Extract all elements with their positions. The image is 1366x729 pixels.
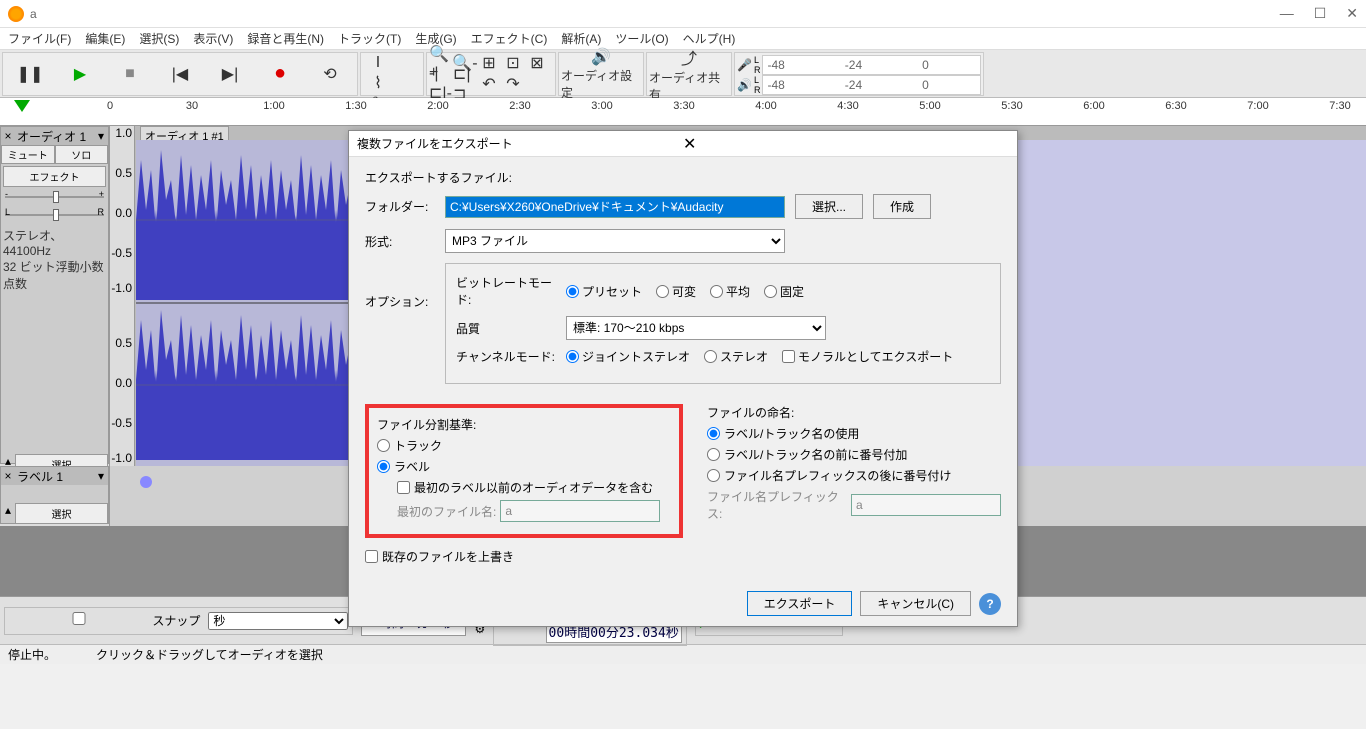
folder-input[interactable] <box>445 196 785 218</box>
status-text: 停止中。 <box>8 646 56 663</box>
toolbar: ❚❚ ▶ ■ |◀ ▶| ● ⟲ I ⌇ ✎ ✻ 🔍+ 🔍- ⊞ ⊡ ⊠ -|⊏… <box>0 50 1366 98</box>
export-files-label: エクスポートするファイル: <box>365 169 1001 186</box>
dialog-close-button[interactable]: ✕ <box>683 134 1009 154</box>
play-meter[interactable]: -48 -24 0 <box>762 75 981 95</box>
prefix-label: ファイル名プレフィックス: <box>707 488 847 522</box>
selection-tool-icon[interactable]: I <box>363 53 393 73</box>
export-dialog: 複数ファイルをエクスポート ✕ エクスポートするファイル: フォルダー: 選択.… <box>348 130 1018 627</box>
amplitude-scale: 1.0 0.5 0.0 -0.5 -1.0 0.5 0.0 -0.5 -1.0 <box>110 126 135 466</box>
naming-number-before-radio[interactable]: ラベル/トラック名の前に番号付加 <box>707 446 1001 463</box>
record-meter[interactable]: -48 -24 0 <box>762 55 981 75</box>
create-folder-button[interactable]: 作成 <box>873 194 931 219</box>
undo-icon[interactable]: ↶ <box>477 74 501 94</box>
window-title: a <box>30 7 1280 21</box>
label-track-menu-button[interactable]: ▾ <box>94 469 108 483</box>
mic-icon[interactable]: 🎤 <box>737 58 752 72</box>
stop-button[interactable]: ■ <box>105 56 155 92</box>
folder-label: フォルダー: <box>365 198 435 215</box>
maximize-button[interactable]: ☐ <box>1314 5 1327 22</box>
label-track-close-button[interactable]: × <box>1 469 15 483</box>
track-menu-button[interactable]: ▾ <box>94 129 108 143</box>
format-select[interactable]: MP3 ファイル <box>445 229 785 253</box>
pause-button[interactable]: ❚❚ <box>5 56 55 92</box>
overwrite-checkbox[interactable]: 既存のファイルを上書き <box>365 548 1001 565</box>
first-file-input[interactable] <box>500 500 660 522</box>
record-button[interactable]: ● <box>255 56 305 92</box>
channel-stereo-radio[interactable]: ステレオ <box>704 348 768 365</box>
dialog-title: 複数ファイルをエクスポート <box>357 135 683 152</box>
audio-settings-button[interactable]: 🔊 オーディオ設定 <box>561 56 641 92</box>
mute-button[interactable]: ミュート <box>1 145 55 164</box>
format-label: 形式: <box>365 233 435 250</box>
label-track-name[interactable]: ラベル 1 <box>15 468 94 485</box>
help-button[interactable]: ? <box>979 593 1001 615</box>
pan-slider[interactable]: LR <box>5 207 104 223</box>
channel-label: チャンネルモード: <box>456 348 556 365</box>
effects-button[interactable]: エフェクト <box>3 166 106 187</box>
menu-tracks[interactable]: トラック(T) <box>334 28 405 49</box>
fit-selection-icon[interactable]: ⊞ <box>477 53 501 73</box>
split-labels-radio[interactable]: ラベル <box>377 458 671 475</box>
channel-joint-radio[interactable]: ジョイントステレオ <box>566 348 690 365</box>
audio-share-button[interactable]: ⤴ オーディオ共有 <box>649 56 729 92</box>
options-label: オプション: <box>365 263 435 310</box>
gain-slider[interactable]: -+ <box>5 189 104 205</box>
snap-unit-select[interactable]: 秒 <box>208 612 348 630</box>
solo-button[interactable]: ソロ <box>55 145 109 164</box>
bitrate-label: ビットレートモード: <box>456 274 556 308</box>
trim-icon[interactable]: -|⊏|- <box>429 74 453 94</box>
label-track-collapse-button[interactable]: ▴ <box>1 503 15 524</box>
status-hint: クリック＆ドラッグしてオーディオを選択 <box>96 646 323 663</box>
bitrate-constant-radio[interactable]: 固定 <box>764 283 804 300</box>
loop-button[interactable]: ⟲ <box>305 56 355 92</box>
track-name[interactable]: オーディオ 1 <box>15 128 94 145</box>
track-close-button[interactable]: × <box>1 129 15 143</box>
skip-end-button[interactable]: ▶| <box>205 56 255 92</box>
speaker-icon[interactable]: 🔊 <box>737 78 752 92</box>
menu-effect[interactable]: エフェクト(C) <box>467 28 552 49</box>
export-button[interactable]: エクスポート <box>747 591 853 616</box>
track-info: ステレオ、44100Hz32 ビット浮動小数点数 <box>1 225 108 294</box>
bitrate-preset-radio[interactable]: プリセット <box>566 283 642 300</box>
naming-use-radio[interactable]: ラベル/トラック名の使用 <box>707 425 1001 442</box>
close-button[interactable]: ✕ <box>1346 5 1358 22</box>
redo-icon[interactable]: ↷ <box>501 74 525 94</box>
envelope-tool-icon[interactable]: ⌇ <box>363 73 393 93</box>
naming-title: ファイルの命名: <box>707 404 1001 421</box>
app-icon <box>8 6 24 22</box>
bitrate-variable-radio[interactable]: 可変 <box>656 283 696 300</box>
minimize-button[interactable]: — <box>1280 5 1294 22</box>
label-marker[interactable] <box>140 476 152 488</box>
first-file-label: 最初のファイル名: <box>397 503 496 520</box>
browse-button[interactable]: 選択... <box>795 194 863 219</box>
play-button[interactable]: ▶ <box>55 56 105 92</box>
window-titlebar: a — ☐ ✕ <box>0 0 1366 28</box>
menu-transport[interactable]: 録音と再生(N) <box>243 28 328 49</box>
statusbar: 停止中。 クリック＆ドラッグしてオーディオを選択 <box>0 644 1366 664</box>
menu-select[interactable]: 選択(S) <box>135 28 183 49</box>
split-title: ファイル分割基準: <box>377 416 671 433</box>
cancel-button[interactable]: キャンセル(C) <box>860 591 971 616</box>
quality-label: 品質 <box>456 320 556 337</box>
include-before-checkbox[interactable]: 最初のラベル以前のオーディオデータを含む <box>397 479 671 496</box>
quality-select[interactable]: 標準: 170～210 kbps <box>566 316 826 340</box>
menu-edit[interactable]: 編集(E) <box>81 28 129 49</box>
silence-icon[interactable]: ⊏|⊐ <box>453 74 477 94</box>
naming-prefix-radio[interactable]: ファイル名プレフィックスの後に番号付け <box>707 467 1001 484</box>
prefix-input[interactable] <box>851 494 1001 516</box>
fit-project-icon[interactable]: ⊡ <box>501 53 525 73</box>
menu-file[interactable]: ファイル(F) <box>4 28 75 49</box>
label-track-select-button[interactable]: 選択 <box>15 503 108 524</box>
playhead-icon[interactable] <box>14 100 30 112</box>
menu-view[interactable]: 表示(V) <box>189 28 237 49</box>
snap-checkbox[interactable]: スナップ <box>9 612 200 629</box>
timeline-ruler[interactable]: 0301:001:302:002:303:003:304:004:305:005… <box>0 98 1366 126</box>
zoom-toggle-icon[interactable]: ⊠ <box>525 53 549 73</box>
split-tracks-radio[interactable]: トラック <box>377 437 671 454</box>
channel-mono-checkbox[interactable]: モノラルとしてエクスポート <box>782 348 953 365</box>
skip-start-button[interactable]: |◀ <box>155 56 205 92</box>
menu-tools[interactable]: ツール(O) <box>611 28 672 49</box>
bitrate-average-radio[interactable]: 平均 <box>710 283 750 300</box>
